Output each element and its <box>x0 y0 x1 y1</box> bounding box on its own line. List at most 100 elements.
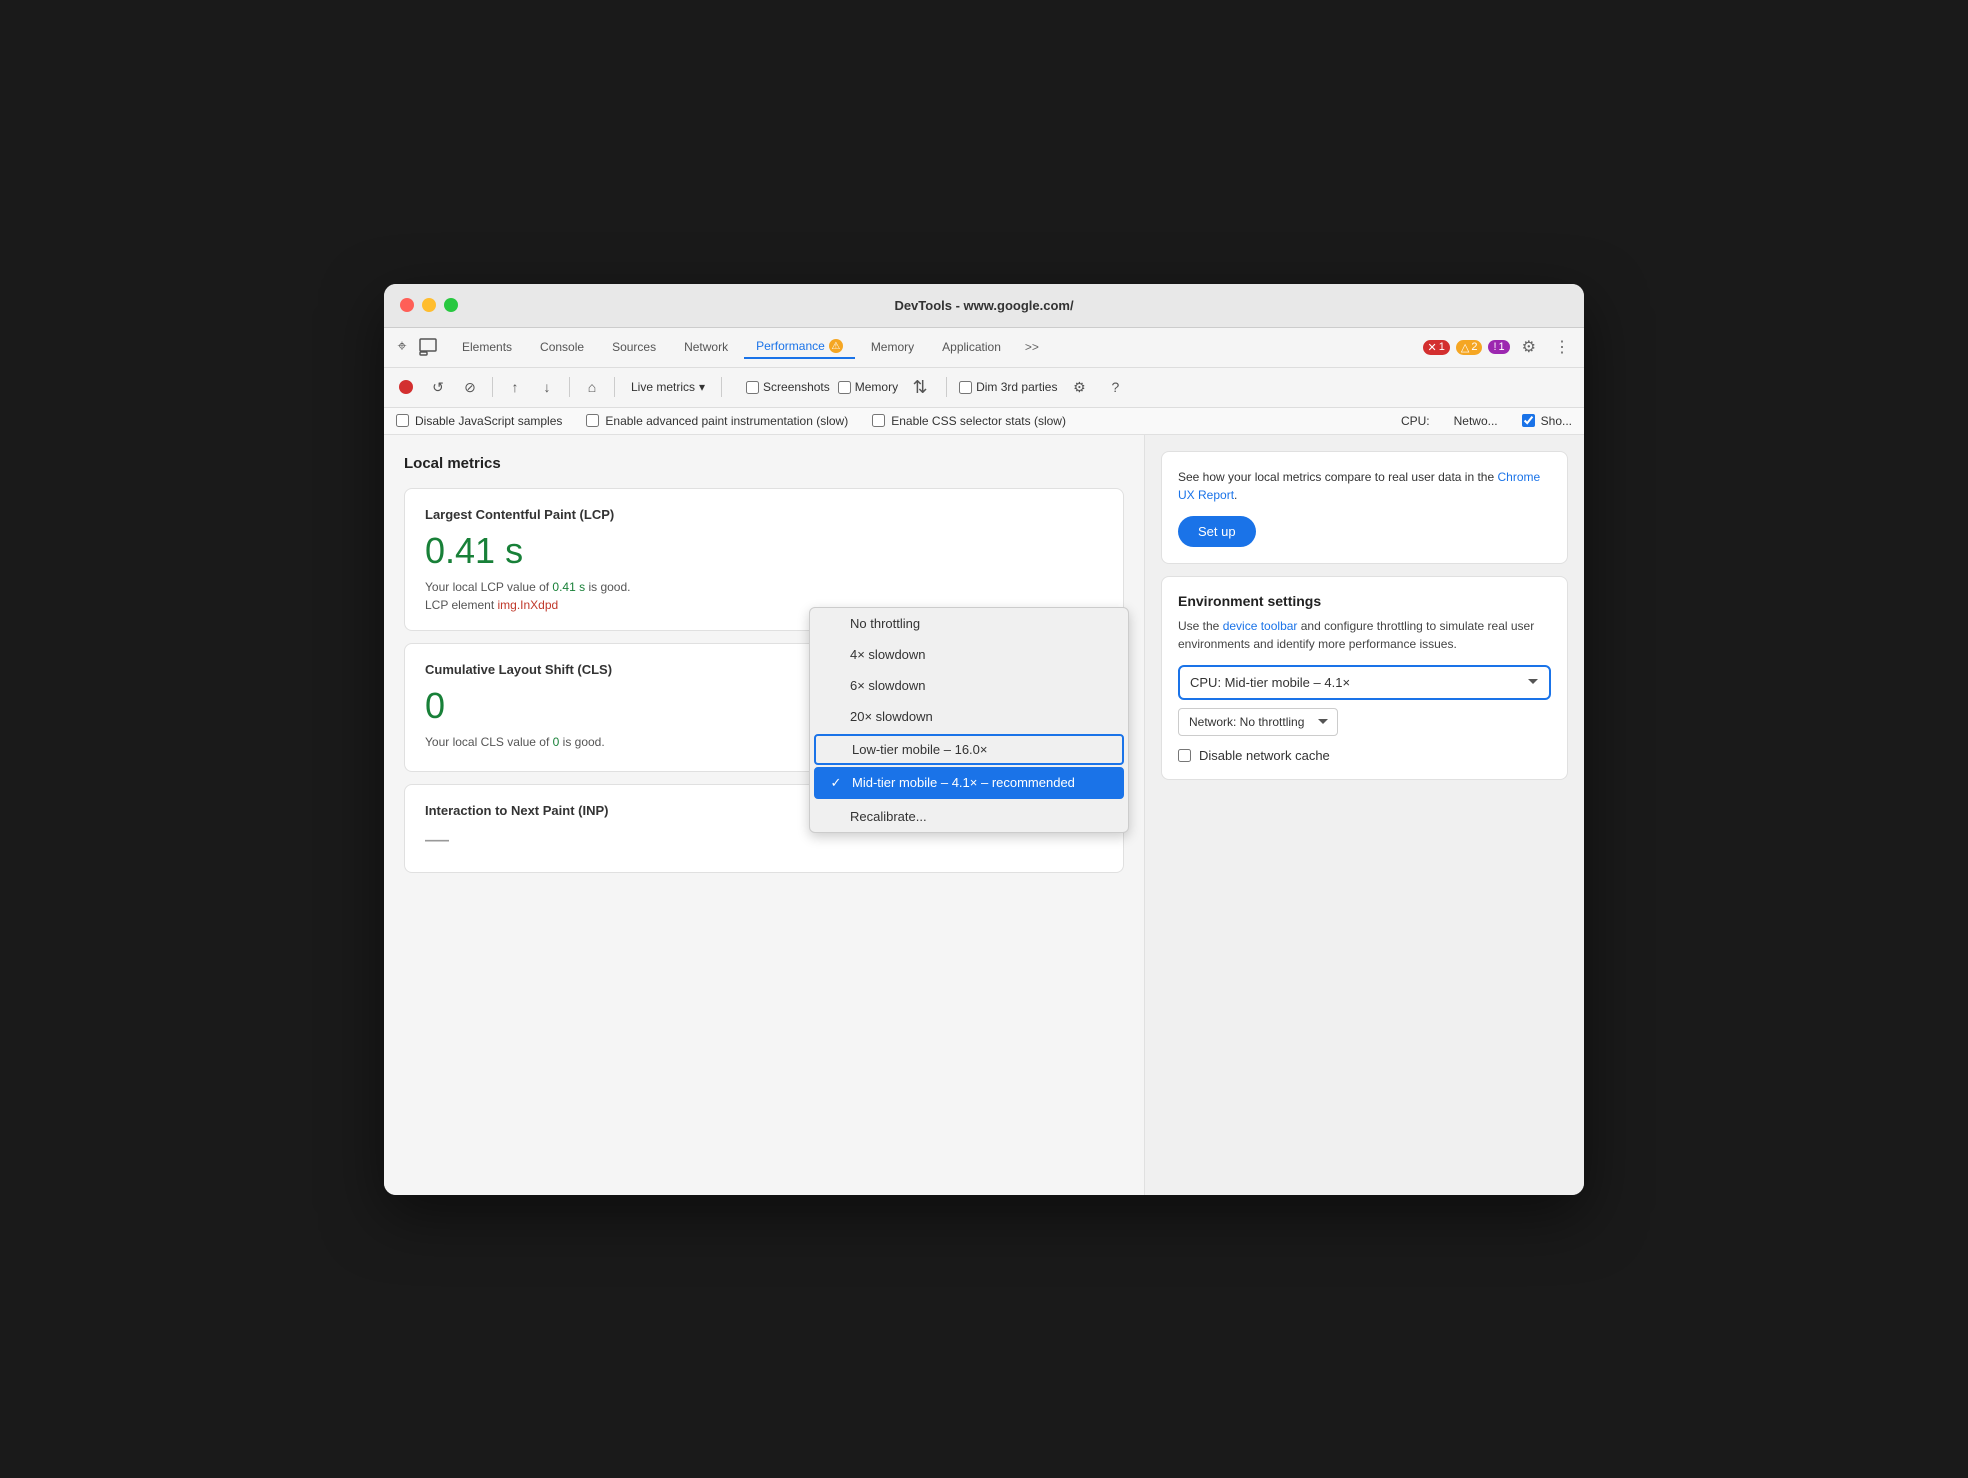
settings-row: Disable JavaScript samples Enable advanc… <box>384 408 1584 435</box>
network-select[interactable]: Network: No throttling Slow 3G Fast 3G <box>1178 708 1338 736</box>
separator-5 <box>946 377 947 397</box>
tab-bar: ⌖ Elements Console Sources Network Perfo… <box>384 328 1584 368</box>
right-panel: See how your local metrics compare to re… <box>1144 435 1584 1195</box>
lcp-element-prefix: LCP element <box>425 598 494 612</box>
toolbar-right: Screenshots Memory ⇅ Dim 3rd parties ⚙ ? <box>746 373 1129 401</box>
cursor-icon[interactable]: ⌖ <box>392 337 412 357</box>
show-checkbox-label[interactable]: Sho... <box>1522 414 1572 428</box>
info-count: 1 <box>1499 341 1505 353</box>
ux-report-text: See how your local metrics compare to re… <box>1178 468 1551 504</box>
setup-button[interactable]: Set up <box>1178 516 1256 547</box>
settings-button[interactable]: ⚙ <box>1065 373 1093 401</box>
dropdown-item-low-tier[interactable]: Low-tier mobile – 16.0× <box>814 734 1124 765</box>
enable-paint-checkbox-label[interactable]: Enable advanced paint instrumentation (s… <box>586 414 848 428</box>
download-button[interactable]: ↓ <box>533 373 561 401</box>
env-desc: Use the device toolbar and configure thr… <box>1178 617 1551 653</box>
content-wrapper: Local metrics Largest Contentful Paint (… <box>384 435 1584 1195</box>
error-badge[interactable]: ✕ 1 <box>1423 340 1450 355</box>
traffic-lights <box>400 298 458 312</box>
error-count: 1 <box>1439 341 1445 353</box>
throttle-icon[interactable]: ⇅ <box>906 373 934 401</box>
error-icon: ✕ <box>1428 341 1437 354</box>
reload-button[interactable]: ↺ <box>424 373 452 401</box>
disable-js-checkbox[interactable] <box>396 414 409 427</box>
show-checkbox[interactable] <box>1522 414 1535 427</box>
cpu-select-wrapper: No throttling 4× slowdown 6× slowdown 20… <box>1178 665 1551 700</box>
local-metrics-title: Local metrics <box>404 455 1124 472</box>
lcp-desc-prefix: Your local LCP value of <box>425 580 552 594</box>
env-settings-card: Environment settings Use the device tool… <box>1161 576 1568 780</box>
cpu-select[interactable]: No throttling 4× slowdown 6× slowdown 20… <box>1182 669 1547 696</box>
memory-checkbox-label[interactable]: Memory <box>838 380 898 394</box>
settings-icon[interactable]: ⚙ <box>1516 337 1542 357</box>
tab-console[interactable]: Console <box>528 336 596 358</box>
tab-memory[interactable]: Memory <box>859 336 926 358</box>
live-metrics-label: Live metrics <box>631 380 695 394</box>
devtools-icons: ⌖ <box>392 337 438 357</box>
enable-css-checkbox[interactable] <box>872 414 885 427</box>
dropdown-item-4x[interactable]: 4× slowdown <box>810 639 1128 670</box>
dropdown-item-20x[interactable]: 20× slowdown <box>810 701 1128 732</box>
dropdown-item-recalibrate[interactable]: Recalibrate... <box>810 801 1128 832</box>
screenshots-checkbox-label[interactable]: Screenshots <box>746 380 830 394</box>
lcp-element-name: img.InXdpd <box>498 598 559 612</box>
dropdown-item-mid-tier[interactable]: ✓ Mid-tier mobile – 4.1× – recommended <box>814 767 1124 799</box>
lcp-desc-suffix: is good. <box>585 580 630 594</box>
upload-button[interactable]: ↑ <box>501 373 529 401</box>
separator-2 <box>569 377 570 397</box>
stop-button[interactable]: ⊘ <box>456 373 484 401</box>
disable-js-checkbox-label[interactable]: Disable JavaScript samples <box>396 414 562 428</box>
window-title: DevTools - www.google.com/ <box>894 298 1073 313</box>
tab-performance[interactable]: Performance ⚠ <box>744 335 855 359</box>
separator-1 <box>492 377 493 397</box>
help-button[interactable]: ? <box>1101 373 1129 401</box>
dropdown-item-no-throttling[interactable]: No throttling <box>810 608 1128 639</box>
home-button[interactable]: ⌂ <box>578 373 606 401</box>
separator-3 <box>614 377 615 397</box>
minimize-button[interactable] <box>422 298 436 312</box>
ux-report-card: See how your local metrics compare to re… <box>1161 451 1568 564</box>
tab-more[interactable]: >> <box>1017 340 1047 354</box>
cpu-dropdown-menu[interactable]: No throttling 4× slowdown 6× slowdown 20… <box>809 607 1129 833</box>
screenshots-checkbox[interactable] <box>746 381 759 394</box>
disable-cache-label[interactable]: Disable network cache <box>1178 748 1551 763</box>
dim-parties-label[interactable]: Dim 3rd parties <box>959 380 1057 394</box>
warning-icon: △ <box>1461 341 1469 354</box>
network-select-wrapper: Network: No throttling Slow 3G Fast 3G <box>1178 708 1551 736</box>
record-button[interactable] <box>392 373 420 401</box>
lcp-desc: Your local LCP value of 0.41 s is good. <box>425 580 1103 594</box>
memory-checkbox[interactable] <box>838 381 851 394</box>
live-metrics-dropdown[interactable]: Live metrics ▾ <box>623 376 713 398</box>
cls-desc-prefix: Your local CLS value of <box>425 735 553 749</box>
device-toolbar-link[interactable]: device toolbar <box>1223 619 1298 633</box>
lcp-desc-value: 0.41 s <box>552 580 585 594</box>
cpu-label: CPU: <box>1401 414 1430 428</box>
toolbar: ↺ ⊘ ↑ ↓ ⌂ Live metrics ▾ Screenshots Mem… <box>384 368 1584 408</box>
performance-warning-badge: ⚠ <box>829 339 843 353</box>
tab-elements[interactable]: Elements <box>450 336 524 358</box>
info-icon: ! <box>1493 341 1496 353</box>
enable-paint-checkbox[interactable] <box>586 414 599 427</box>
tab-badges: ✕ 1 △ 2 ! 1 ⚙ ⋮ <box>1423 337 1576 357</box>
info-badge[interactable]: ! 1 <box>1488 340 1509 354</box>
tab-sources[interactable]: Sources <box>600 336 668 358</box>
warning-count: 2 <box>1471 341 1477 353</box>
enable-css-checkbox-label[interactable]: Enable CSS selector stats (slow) <box>872 414 1066 428</box>
disable-cache-checkbox[interactable] <box>1178 749 1191 762</box>
inspector-icon[interactable] <box>418 337 438 357</box>
tab-network[interactable]: Network <box>672 336 740 358</box>
title-bar: DevTools - www.google.com/ <box>384 284 1584 328</box>
network-label: Netwo... <box>1454 414 1498 428</box>
warning-badge[interactable]: △ 2 <box>1456 340 1483 355</box>
lcp-value: 0.41 s <box>425 530 1103 572</box>
more-options-icon[interactable]: ⋮ <box>1548 337 1576 357</box>
env-title: Environment settings <box>1178 593 1551 609</box>
dropdown-item-6x[interactable]: 6× slowdown <box>810 670 1128 701</box>
close-button[interactable] <box>400 298 414 312</box>
dim-parties-checkbox[interactable] <box>959 381 972 394</box>
live-metrics-chevron: ▾ <box>699 380 705 394</box>
cls-desc-suffix: is good. <box>559 735 604 749</box>
maximize-button[interactable] <box>444 298 458 312</box>
tab-application[interactable]: Application <box>930 336 1013 358</box>
devtools-window: DevTools - www.google.com/ ⌖ Elements Co… <box>384 284 1584 1195</box>
